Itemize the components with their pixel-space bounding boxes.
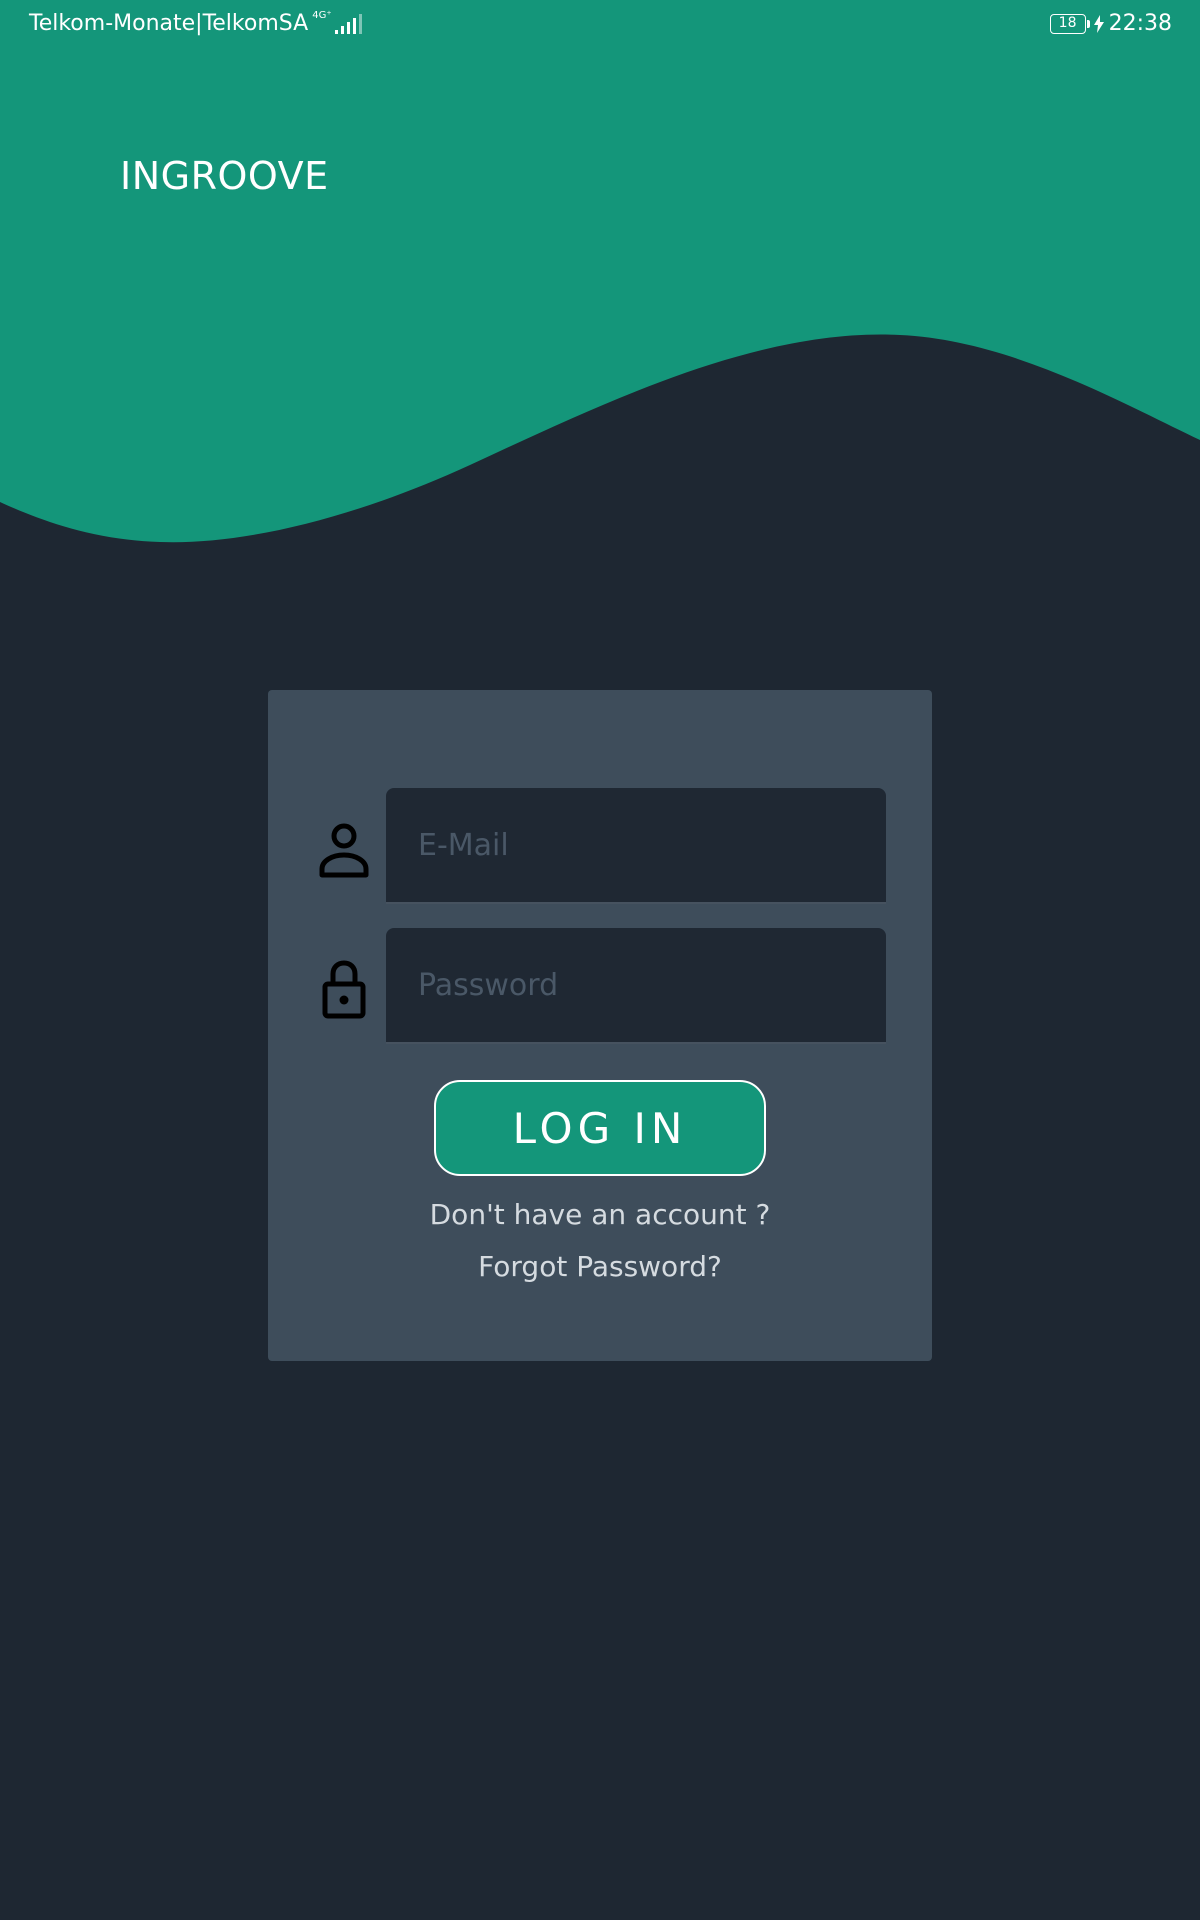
lock-icon (322, 960, 366, 1019)
login-button[interactable]: LOG IN (434, 1080, 766, 1176)
status-right: 18 22:38 (1049, 11, 1172, 36)
clock: 22:38 (1108, 11, 1172, 36)
status-bar: Telkom-Monate|TelkomSA 4G⁺ 18 22:38 (0, 0, 1200, 50)
battery-icon: 18 (1049, 13, 1090, 34)
signal-icon (334, 13, 362, 34)
status-left: Telkom-Monate|TelkomSA 4G⁺ (29, 10, 363, 36)
password-row (268, 928, 932, 1044)
login-screen: Telkom-Monate|TelkomSA 4G⁺ 18 22:38 INGR… (0, 0, 1200, 1920)
header-wave (0, 0, 1200, 543)
person-icon (319, 823, 369, 878)
email-field[interactable] (386, 788, 886, 904)
login-card: LOG IN Don't have an account ? Forgot Pa… (268, 690, 932, 1361)
charging-bolt-icon (1093, 14, 1104, 33)
forgot-password-link[interactable]: Forgot Password? (268, 1250, 932, 1283)
network-type: 4G⁺ (312, 10, 332, 21)
battery-level: 18 (1058, 14, 1077, 31)
signup-link[interactable]: Don't have an account ? (268, 1198, 932, 1231)
password-field[interactable] (386, 928, 886, 1044)
email-row (268, 788, 932, 904)
carrier-name: Telkom-Monate|TelkomSA (29, 11, 309, 36)
app-title: INGROOVE (120, 154, 329, 198)
header-wave-shape (0, 0, 1200, 543)
